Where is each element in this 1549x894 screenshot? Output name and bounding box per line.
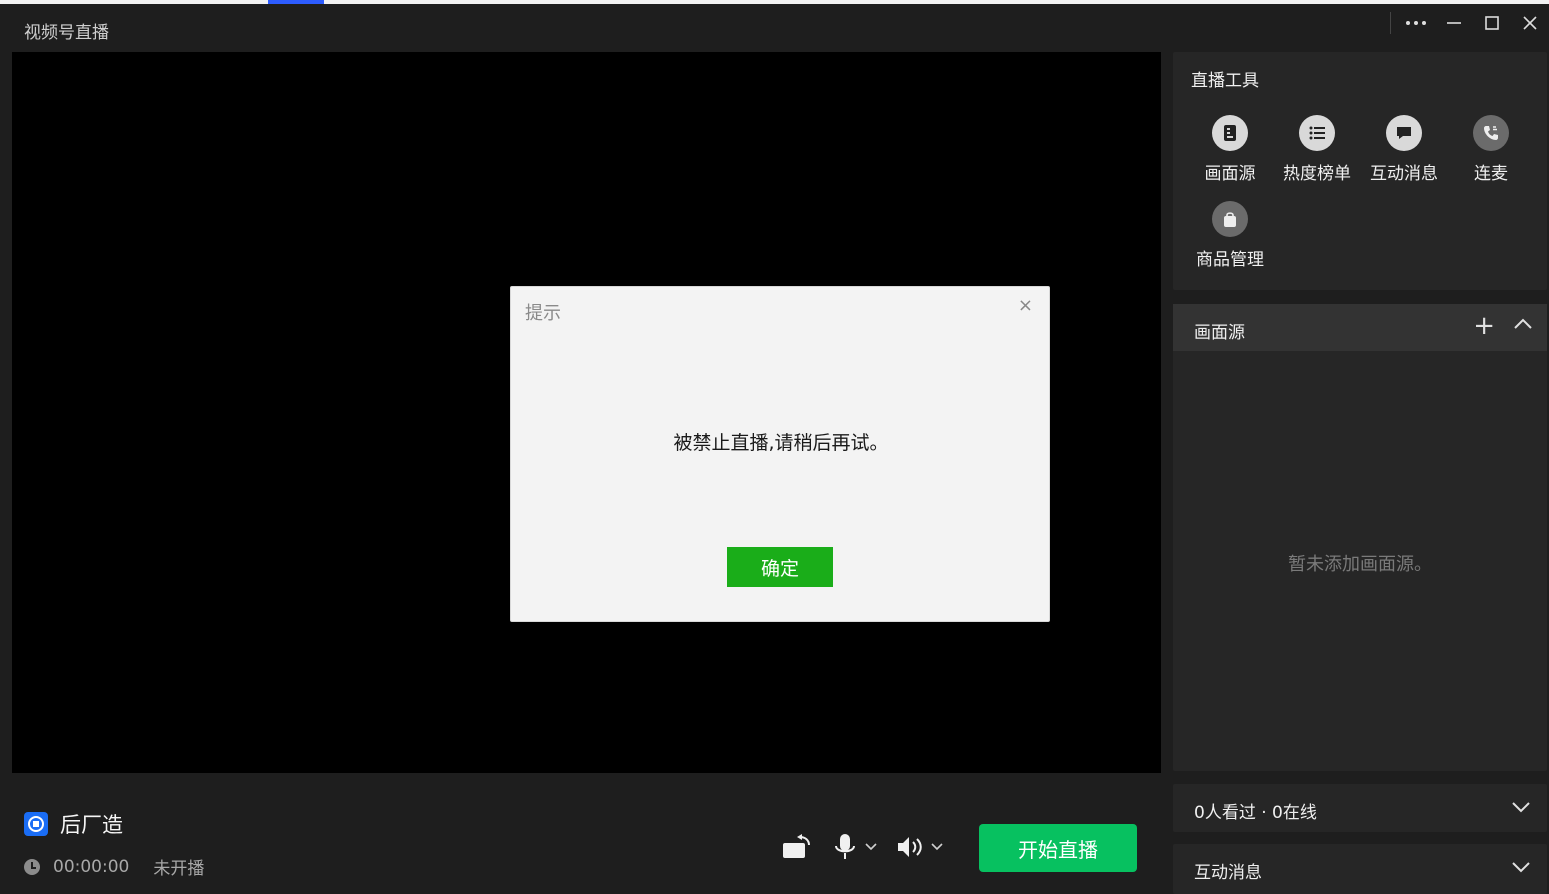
dialog-close-button[interactable]: × (1018, 295, 1033, 316)
avatar (24, 812, 48, 836)
maximize-button[interactable] (1473, 4, 1511, 42)
tool-hot-ranking[interactable]: 热度榜单 (1272, 115, 1362, 184)
chevron-down-icon[interactable] (864, 842, 878, 852)
messages-panel[interactable]: 互动消息 (1173, 844, 1547, 894)
minimize-button[interactable] (1435, 4, 1473, 42)
anchor-info: 后厂造 (24, 809, 123, 839)
more-icon (1406, 21, 1426, 25)
picture-source-panel: 画面源 + 暂未添加画面源。 (1173, 304, 1547, 771)
viewers-panel[interactable]: 0人看过 · 0在线 (1173, 784, 1547, 832)
microphone-icon (835, 834, 855, 859)
alert-dialog: 提示 × 被禁止直播,请稍后再试。 确定 (510, 286, 1050, 622)
phone-icon (1473, 115, 1509, 151)
viewers-count: 0人看过 · 0在线 (1194, 803, 1317, 823)
tool-label: 画面源 (1204, 164, 1256, 184)
tool-label: 互动消息 (1370, 164, 1438, 184)
live-tools-title: 直播工具 (1191, 71, 1259, 91)
chevron-down-icon[interactable] (1511, 860, 1531, 874)
chevron-up-icon[interactable] (1513, 316, 1533, 330)
dialog-message: 被禁止直播,请稍后再试。 (673, 432, 889, 454)
tool-product-management[interactable]: 商品管理 (1185, 201, 1275, 270)
minimize-icon (1447, 22, 1461, 24)
microphone-button[interactable] (834, 830, 878, 864)
title-bar: 视频号直播 (0, 4, 1549, 52)
add-source-button[interactable]: + (1473, 311, 1495, 341)
chevron-down-icon[interactable] (1511, 800, 1531, 814)
close-window-button[interactable] (1511, 4, 1549, 42)
list-icon (1299, 115, 1335, 151)
live-state: 未开播 (153, 859, 205, 879)
rotate-screen-button[interactable] (782, 830, 812, 864)
empty-sources-text: 暂未添加画面源。 (1288, 554, 1432, 575)
close-icon (1523, 16, 1537, 30)
brand-logo-icon (28, 816, 44, 832)
speaker-button[interactable] (896, 830, 944, 864)
live-status: 00:00:00 未开播 (24, 854, 204, 879)
dialog-title: 提示 (525, 303, 561, 324)
window-controls-divider (1390, 12, 1391, 34)
tool-label: 连麦 (1474, 164, 1508, 184)
clock-icon (24, 858, 40, 875)
chat-icon (1386, 115, 1422, 151)
picture-source-title: 画面源 (1194, 323, 1245, 343)
tool-label: 商品管理 (1196, 250, 1264, 270)
live-tools-panel: 直播工具 画面源 热度榜单 互动消息 连麦 商品管理 (1173, 52, 1547, 290)
speaker-icon (898, 837, 922, 857)
start-live-button[interactable]: 开始直播 (979, 824, 1137, 872)
window-controls (1390, 4, 1549, 42)
tool-co-host[interactable]: 连麦 (1446, 115, 1536, 184)
live-duration: 00:00:00 (53, 856, 130, 877)
bag-icon (1212, 201, 1248, 237)
messages-title: 互动消息 (1194, 863, 1262, 883)
tool-label: 热度榜单 (1283, 164, 1351, 184)
tool-interactive-messages[interactable]: 互动消息 (1359, 115, 1449, 184)
anchor-name: 后厂造 (60, 813, 123, 837)
app-title: 视频号直播 (24, 23, 109, 43)
rotate-icon (783, 834, 810, 858)
dialog-ok-button[interactable]: 确定 (727, 547, 833, 587)
picture-source-header: 画面源 + (1173, 304, 1547, 351)
document-icon (1212, 115, 1248, 151)
tool-picture-source[interactable]: 画面源 (1185, 115, 1275, 184)
maximize-icon (1485, 16, 1499, 30)
more-button[interactable] (1397, 4, 1435, 42)
chevron-down-icon[interactable] (930, 842, 944, 852)
